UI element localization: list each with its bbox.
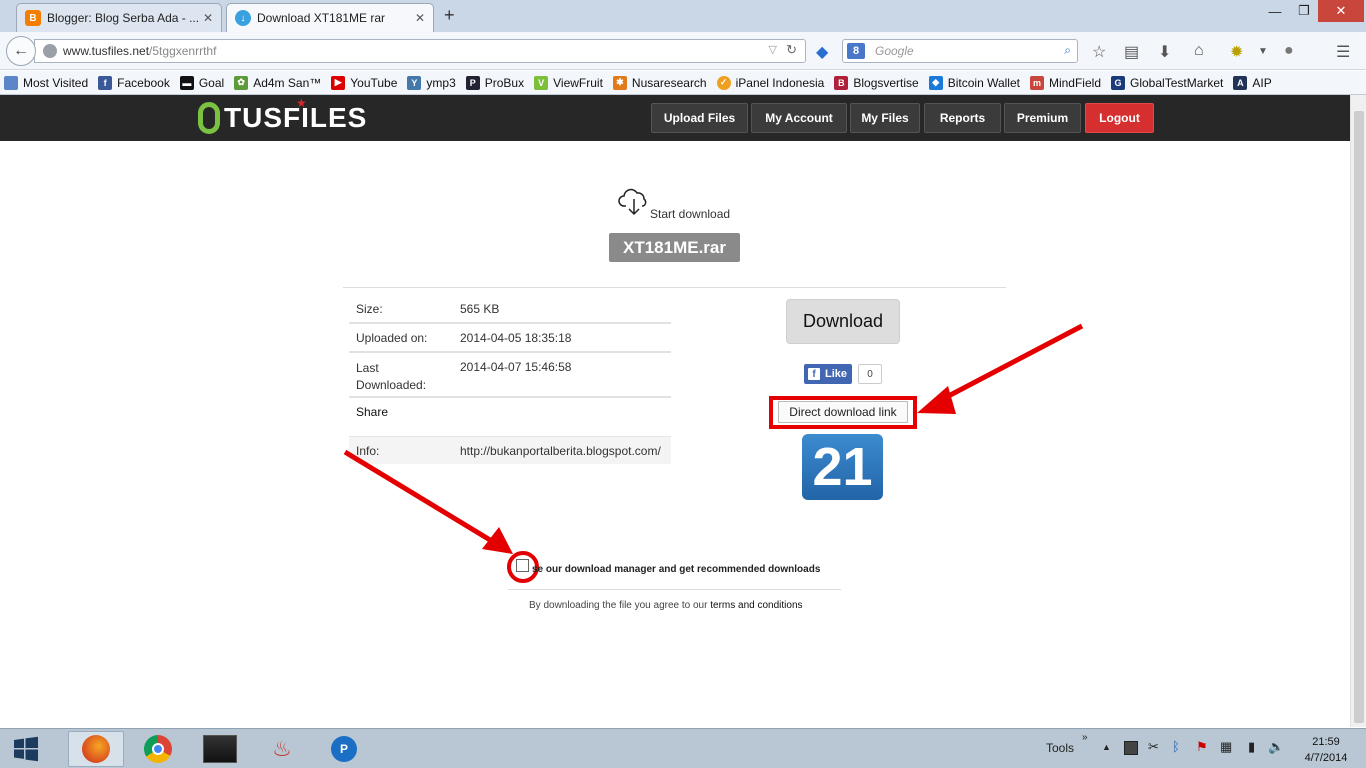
- show-hidden-icons[interactable]: ▲: [1102, 742, 1111, 752]
- taskbar-chrome[interactable]: [130, 731, 186, 767]
- firefox-icon: [82, 735, 110, 763]
- start-button[interactable]: [2, 731, 50, 767]
- annotation-arrows: [343, 323, 1084, 554]
- taskbar-firefox[interactable]: [68, 731, 124, 767]
- chrome-icon: [144, 735, 172, 763]
- arrow-direct-link: [935, 323, 1084, 405]
- tools-toolbar[interactable]: Tools: [1046, 741, 1074, 755]
- app-icon: P: [331, 736, 357, 762]
- bluetooth-icon[interactable]: ᛒ: [1172, 739, 1180, 754]
- action-center-icon[interactable]: ⚑: [1196, 739, 1208, 755]
- game-icon: [203, 735, 237, 763]
- taskbar: ♨ P Tools » ▲ ✂ ᛒ ⚑ ▦ ▮ 🔈: [0, 728, 1366, 768]
- clock-date: 4/7/2014: [1304, 752, 1348, 764]
- system-clock[interactable]: 21:59 4/7/2014: [1296, 734, 1356, 766]
- arrow-checkbox: [343, 449, 497, 546]
- agreement-text: By downloading the file you agree to our…: [529, 600, 803, 611]
- agreement-prefix: By downloading the file you agree to our: [529, 600, 711, 611]
- download-manager-label: se our download manager and get recommen…: [532, 564, 821, 575]
- divider: [508, 589, 841, 590]
- java-icon: ♨: [272, 736, 292, 761]
- volume-icon[interactable]: 🔈: [1268, 739, 1284, 755]
- chevron-right-icon[interactable]: »: [1082, 732, 1088, 743]
- arrowhead-icon: [917, 386, 956, 414]
- taskbar-java[interactable]: ♨: [254, 731, 310, 767]
- clock-time: 21:59: [1312, 736, 1340, 748]
- battery-icon[interactable]: ▮: [1248, 739, 1255, 755]
- network-icon[interactable]: ▦: [1220, 739, 1232, 755]
- terms-link[interactable]: terms and conditions: [710, 600, 802, 611]
- tray-app-icon[interactable]: [1124, 741, 1138, 755]
- tray-tool-icon[interactable]: ✂: [1148, 739, 1159, 755]
- taskbar-game[interactable]: [192, 731, 248, 767]
- taskbar-app[interactable]: P: [316, 731, 372, 767]
- windows-icon: [14, 736, 38, 762]
